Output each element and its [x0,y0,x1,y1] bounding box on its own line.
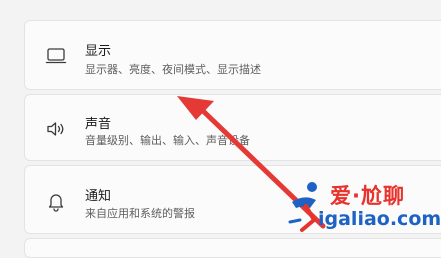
settings-item-title: 声音 [85,117,112,132]
laptop-icon [45,45,67,67]
settings-item-display[interactable]: 显示 显示器、亮度、夜间模式、显示描述 [24,20,441,90]
speaker-icon [45,118,67,140]
bell-icon [45,190,67,212]
settings-item-notifications[interactable]: 通知 来自应用和系统的警报 [24,165,441,234]
settings-item-title: 通知 [85,189,112,204]
settings-item-sound[interactable]: 声音 音量级别、输出、输入、声音设备 [24,94,441,161]
settings-item-title: 显示 [85,44,112,59]
settings-item-description: 音量级别、输出、输入、声音设备 [85,134,250,147]
settings-item-partial[interactable] [24,238,441,258]
settings-item-description: 来自应用和系统的警报 [85,207,195,220]
settings-item-description: 显示器、亮度、夜间模式、显示描述 [85,63,261,76]
